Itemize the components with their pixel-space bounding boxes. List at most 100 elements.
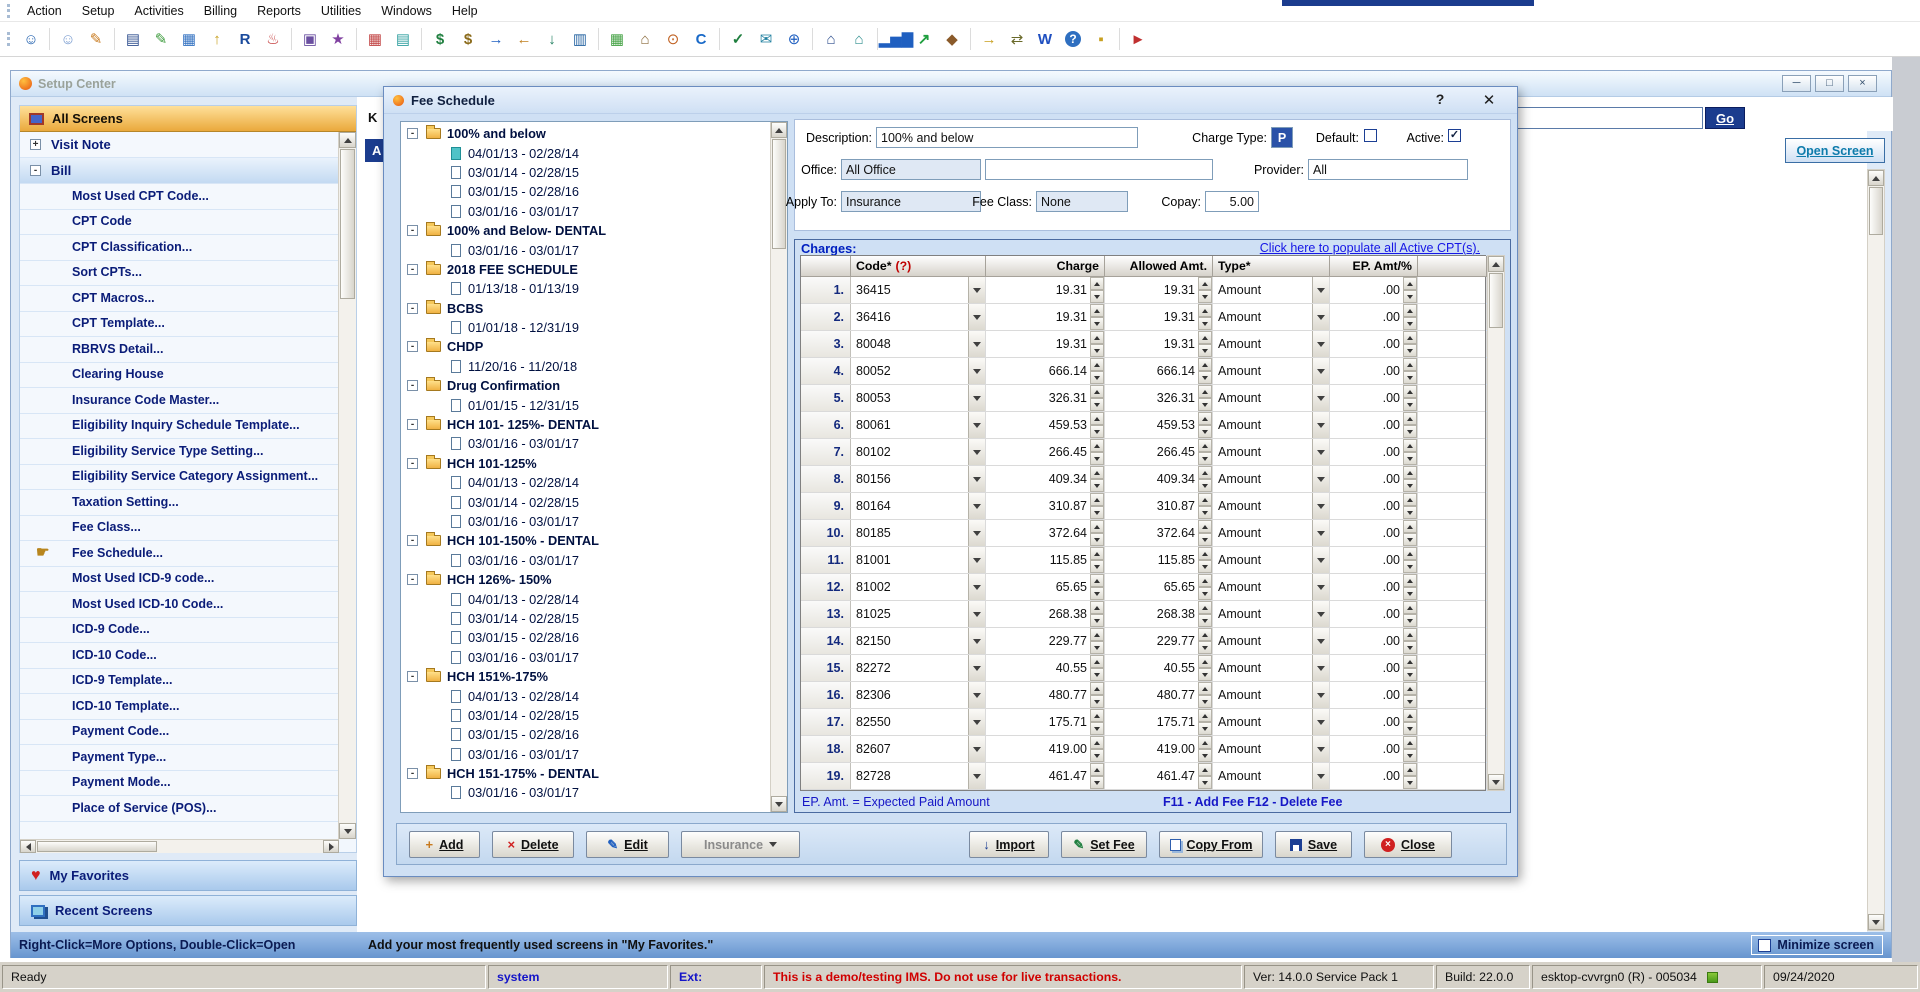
- patient-edit-icon[interactable]: ✎: [83, 26, 109, 52]
- charge-spinner[interactable]: 268.38: [986, 601, 1105, 627]
- id-card-icon[interactable]: ▦: [176, 26, 202, 52]
- scrollbar-thumb[interactable]: [772, 139, 786, 249]
- spin-buttons[interactable]: [1403, 601, 1417, 627]
- spin-buttons[interactable]: [1090, 601, 1104, 627]
- allowed-amount-spinner[interactable]: 326.31: [1105, 385, 1213, 411]
- menu-item-reports[interactable]: Reports: [247, 2, 311, 20]
- dropdown-button[interactable]: [968, 493, 985, 519]
- fee-tree-group[interactable]: -BCBS: [401, 299, 771, 318]
- dropdown-button[interactable]: [1312, 601, 1329, 627]
- sidebar-item[interactable]: ICD-10 Template...: [20, 694, 339, 720]
- fee-tree-date[interactable]: 03/01/14 - 02/28/15: [401, 163, 771, 182]
- dropdown-button[interactable]: [1312, 709, 1329, 735]
- fee-tree-date[interactable]: 04/01/13 - 02/28/14: [401, 473, 771, 492]
- fee-tree-date[interactable]: 01/01/15 - 12/31/15: [401, 395, 771, 414]
- code-combobox[interactable]: 82728: [851, 763, 986, 789]
- code-combobox[interactable]: 80048: [851, 331, 986, 357]
- sidebar-item[interactable]: ICD-10 Code...: [20, 643, 339, 669]
- scroll-up-button[interactable]: [1488, 256, 1504, 272]
- dropdown-button[interactable]: [1312, 385, 1329, 411]
- spin-buttons[interactable]: [1403, 493, 1417, 519]
- type-combobox[interactable]: Amount: [1213, 520, 1330, 546]
- code-combobox[interactable]: 82550: [851, 709, 986, 735]
- dropdown-button[interactable]: [968, 547, 985, 573]
- charge-spinner[interactable]: 266.45: [986, 439, 1105, 465]
- type-combobox[interactable]: Amount: [1213, 412, 1330, 438]
- fee-tree-date[interactable]: 03/01/15 - 02/28/16: [401, 725, 771, 744]
- sidebar-item[interactable]: Most Used ICD-10 Code...: [20, 592, 339, 618]
- insurance-button[interactable]: Insurance: [681, 831, 800, 858]
- spin-buttons[interactable]: [1198, 358, 1212, 384]
- spin-buttons[interactable]: [1090, 304, 1104, 330]
- allowed-amount-spinner[interactable]: 115.85: [1105, 547, 1213, 573]
- description-input[interactable]: 100% and below: [876, 127, 1138, 148]
- spin-buttons[interactable]: [1198, 493, 1212, 519]
- scroll-up-button[interactable]: [1868, 170, 1884, 186]
- fee-tree-group[interactable]: -HCH 101-125%: [401, 454, 771, 473]
- charge-spinner[interactable]: 666.14: [986, 358, 1105, 384]
- expander-icon[interactable]: -: [407, 380, 418, 391]
- expander-icon[interactable]: -: [407, 574, 418, 585]
- charge-spinner[interactable]: 229.77: [986, 628, 1105, 654]
- charges-icon[interactable]: $: [427, 26, 453, 52]
- spin-buttons[interactable]: [1198, 655, 1212, 681]
- populate-cpt-link[interactable]: Click here to populate all Active CPT(s)…: [1260, 241, 1480, 255]
- minimize-screen-checkbox[interactable]: [1758, 939, 1771, 952]
- dropdown-button[interactable]: [968, 709, 985, 735]
- fee-tree-date[interactable]: 03/01/15 - 02/28/16: [401, 182, 771, 201]
- spin-buttons[interactable]: [1090, 574, 1104, 600]
- fee-tree-date[interactable]: 03/01/16 - 03/01/17: [401, 783, 771, 802]
- office-secondary-input[interactable]: [985, 159, 1213, 180]
- dropdown-button[interactable]: [968, 682, 985, 708]
- charge-spinner[interactable]: 19.31: [986, 331, 1105, 357]
- code-combobox[interactable]: 81001: [851, 547, 986, 573]
- sidebar-item[interactable]: Most Used CPT Code...: [20, 184, 339, 210]
- ep-amount-spinner[interactable]: .00: [1330, 277, 1418, 303]
- expander-icon[interactable]: -: [407, 419, 418, 430]
- sidebar-item[interactable]: Most Used ICD-9 code...: [20, 567, 339, 593]
- spin-buttons[interactable]: [1403, 466, 1417, 492]
- sidebar-item[interactable]: CPT Macros...: [20, 286, 339, 312]
- charge-spinner[interactable]: 459.53: [986, 412, 1105, 438]
- ep-amount-spinner[interactable]: .00: [1330, 763, 1418, 789]
- ep-amount-spinner[interactable]: .00: [1330, 331, 1418, 357]
- spin-buttons[interactable]: [1403, 331, 1417, 357]
- statement-icon[interactable]: ▥: [567, 26, 593, 52]
- claim-send-icon[interactable]: →: [483, 26, 509, 52]
- toolbar-grip-handle[interactable]: [7, 32, 10, 46]
- dropdown-button[interactable]: [968, 358, 985, 384]
- graph-icon[interactable]: ↗: [911, 26, 937, 52]
- spin-buttons[interactable]: [1403, 574, 1417, 600]
- ep-amount-spinner[interactable]: .00: [1330, 493, 1418, 519]
- help-icon[interactable]: ?: [1060, 26, 1086, 52]
- spin-buttons[interactable]: [1198, 709, 1212, 735]
- allowed-amount-spinner[interactable]: 19.31: [1105, 331, 1213, 357]
- scroll-down-button[interactable]: [339, 823, 356, 839]
- fee-tree-date[interactable]: 03/01/16 - 03/01/17: [401, 512, 771, 531]
- scroll-up-button[interactable]: [771, 122, 787, 138]
- dropdown-button[interactable]: [968, 520, 985, 546]
- allowed-amount-spinner[interactable]: 266.45: [1105, 439, 1213, 465]
- menu-item-action[interactable]: Action: [17, 2, 72, 20]
- expander-icon[interactable]: -: [407, 303, 418, 314]
- payment-icon[interactable]: ↓: [539, 26, 565, 52]
- type-combobox[interactable]: Amount: [1213, 385, 1330, 411]
- provider-input[interactable]: All: [1308, 159, 1468, 180]
- case-icon[interactable]: ◆: [939, 26, 965, 52]
- spin-buttons[interactable]: [1403, 763, 1417, 789]
- code-combobox[interactable]: 82272: [851, 655, 986, 681]
- spin-buttons[interactable]: [1198, 385, 1212, 411]
- menu-item-setup[interactable]: Setup: [72, 2, 125, 20]
- active-checkbox[interactable]: [1448, 129, 1461, 142]
- dropdown-button[interactable]: [1312, 682, 1329, 708]
- expander-icon[interactable]: -: [407, 341, 418, 352]
- fee-tree-date[interactable]: 03/01/16 - 03/01/17: [401, 551, 771, 570]
- code-combobox[interactable]: 82150: [851, 628, 986, 654]
- charge-spinner[interactable]: 115.85: [986, 547, 1105, 573]
- menu-item-windows[interactable]: Windows: [371, 2, 442, 20]
- spin-buttons[interactable]: [1090, 655, 1104, 681]
- dialog-titlebar[interactable]: Fee Schedule: [384, 87, 1517, 114]
- charge-spinner[interactable]: 409.34: [986, 466, 1105, 492]
- spin-buttons[interactable]: [1403, 412, 1417, 438]
- expander-icon[interactable]: -: [407, 128, 418, 139]
